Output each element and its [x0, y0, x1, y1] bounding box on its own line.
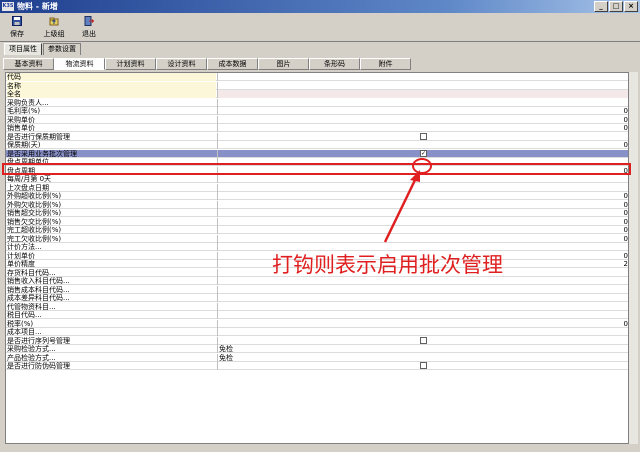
annotation-arrow [383, 170, 420, 243]
annotation-text: 打钩则表示启用批次管理 [272, 253, 503, 277]
